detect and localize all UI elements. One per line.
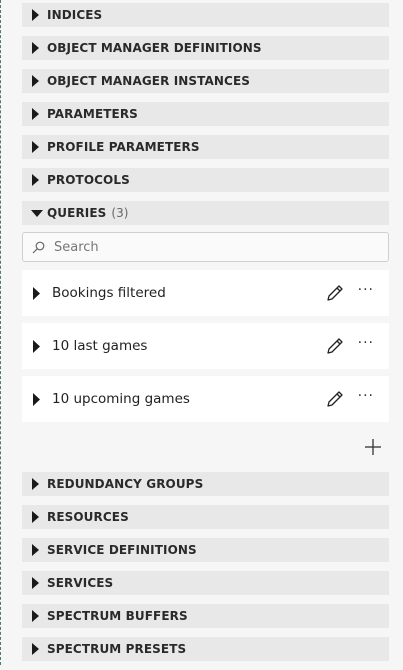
- queries-search-box[interactable]: [22, 232, 389, 262]
- section-queries[interactable]: QUERIES (3): [22, 201, 389, 225]
- section-label: OBJECT MANAGER INSTANCES: [47, 74, 250, 88]
- edit-icon[interactable]: [325, 336, 345, 356]
- panel-left-border: [0, 0, 2, 665]
- caret-right-icon[interactable]: [32, 286, 52, 300]
- section-protocols[interactable]: PROTOCOLS: [22, 168, 389, 192]
- query-label: 10 last games: [52, 338, 148, 354]
- edit-icon[interactable]: [325, 389, 345, 409]
- section-spectrum-buffers[interactable]: SPECTRUM BUFFERS: [22, 604, 389, 628]
- section-label: PROFILE PARAMETERS: [47, 140, 200, 154]
- query-item-10-last-games[interactable]: 10 last games ···: [22, 323, 389, 369]
- section-label: OBJECT MANAGER DEFINITIONS: [47, 41, 262, 55]
- caret-right-icon: [31, 544, 47, 556]
- query-label: 10 upcoming games: [52, 391, 190, 407]
- plus-icon[interactable]: [363, 437, 383, 457]
- more-options-icon[interactable]: ···: [358, 335, 374, 351]
- section-label: PROTOCOLS: [47, 173, 130, 187]
- caret-right-icon: [31, 478, 47, 490]
- caret-right-icon: [31, 643, 47, 655]
- section-label: SERVICES: [47, 576, 114, 590]
- section-label: REDUNDANCY GROUPS: [47, 477, 204, 491]
- caret-right-icon: [31, 577, 47, 589]
- section-label: INDICES: [47, 8, 103, 22]
- query-label: Bookings filtered: [52, 285, 166, 301]
- section-object-manager-instances[interactable]: OBJECT MANAGER INSTANCES: [22, 69, 389, 93]
- section-redundancy-groups[interactable]: REDUNDANCY GROUPS: [22, 472, 389, 496]
- caret-right-icon: [31, 9, 47, 21]
- caret-right-icon: [31, 141, 47, 153]
- caret-right-icon: [31, 610, 47, 622]
- caret-right-icon: [31, 174, 47, 186]
- entity-tree: INDICES OBJECT MANAGER DEFINITIONS OBJEC…: [22, 0, 389, 670]
- queries-count-badge: (3): [111, 206, 129, 220]
- section-label: SPECTRUM PRESETS: [47, 642, 187, 656]
- section-parameters[interactable]: PARAMETERS: [22, 102, 389, 126]
- section-label: RESOURCES: [47, 510, 129, 524]
- section-label: SERVICE DEFINITIONS: [47, 543, 197, 557]
- section-spectrum-presets[interactable]: SPECTRUM PRESETS: [22, 637, 389, 661]
- more-options-icon[interactable]: ···: [358, 388, 374, 404]
- edit-icon[interactable]: [325, 283, 345, 303]
- section-indices[interactable]: INDICES: [22, 3, 389, 27]
- caret-right-icon[interactable]: [32, 339, 52, 353]
- caret-right-icon: [31, 75, 47, 87]
- query-item-10-upcoming-games[interactable]: 10 upcoming games ···: [22, 376, 389, 422]
- section-label: QUERIES: [47, 206, 107, 220]
- section-resources[interactable]: RESOURCES: [22, 505, 389, 529]
- query-item-bookings-filtered[interactable]: Bookings filtered ···: [22, 270, 389, 316]
- section-label: SPECTRUM BUFFERS: [47, 609, 188, 623]
- search-input[interactable]: [52, 238, 356, 256]
- caret-down-icon: [31, 209, 47, 217]
- section-services[interactable]: SERVICES: [22, 571, 389, 595]
- caret-right-icon: [31, 511, 47, 523]
- search-icon: [32, 241, 45, 254]
- add-query-row: [22, 429, 389, 469]
- more-options-icon[interactable]: ···: [358, 282, 374, 298]
- caret-right-icon[interactable]: [32, 392, 52, 406]
- section-object-manager-definitions[interactable]: OBJECT MANAGER DEFINITIONS: [22, 36, 389, 60]
- caret-right-icon: [31, 42, 47, 54]
- caret-right-icon: [31, 108, 47, 120]
- section-service-definitions[interactable]: SERVICE DEFINITIONS: [22, 538, 389, 562]
- section-profile-parameters[interactable]: PROFILE PARAMETERS: [22, 135, 389, 159]
- section-label: PARAMETERS: [47, 107, 138, 121]
